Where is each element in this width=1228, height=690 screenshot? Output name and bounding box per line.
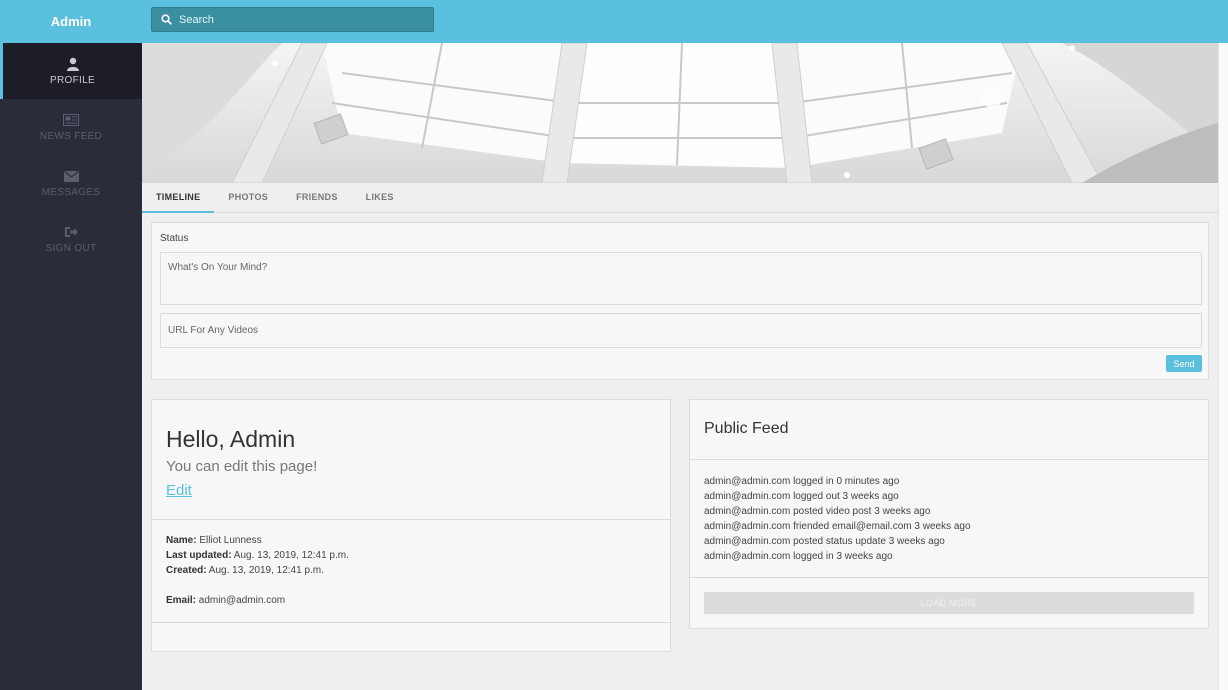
edit-link[interactable]: Edit bbox=[166, 482, 192, 499]
sidebar-item-news-feed[interactable]: NEWS FEED bbox=[0, 99, 142, 155]
divider bbox=[152, 519, 670, 520]
sidebar: Admin PROFILE NEWS FEED MESSAGES SIGN OU… bbox=[0, 0, 142, 690]
hello-subtitle: You can edit this page! bbox=[166, 458, 318, 475]
list-item: admin@admin.com logged in 3 weeks ago bbox=[704, 551, 893, 562]
list-item: admin@admin.com posted status update 3 w… bbox=[704, 536, 945, 547]
load-more-button[interactable]: LOAD MORE bbox=[704, 592, 1194, 614]
topbar: Search bbox=[142, 0, 1228, 43]
video-url-placeholder: URL For Any Videos bbox=[168, 325, 259, 336]
profile-info-panel: Hello, Admin You can edit this page! Edi… bbox=[151, 399, 671, 652]
info-created: Created: Aug. 13, 2019, 12:41 p.m. bbox=[166, 565, 324, 576]
tab-friends[interactable]: FRIENDS bbox=[282, 183, 352, 213]
video-url-input[interactable]: URL For Any Videos bbox=[160, 313, 1202, 348]
search-placeholder: Search bbox=[179, 13, 214, 26]
tab-timeline[interactable]: TIMELINE bbox=[142, 183, 215, 213]
sidebar-item-label: PROFILE bbox=[50, 75, 95, 86]
list-item: admin@admin.com posted video post 3 week… bbox=[704, 506, 931, 517]
newspaper-icon bbox=[63, 112, 79, 128]
status-panel: Status What's On Your Mind? URL For Any … bbox=[151, 222, 1209, 380]
tab-photos[interactable]: PHOTOS bbox=[214, 183, 282, 213]
list-item: admin@admin.com friended email@email.com… bbox=[704, 521, 971, 532]
sidebar-item-label: NEWS FEED bbox=[39, 131, 103, 142]
scrollbar[interactable] bbox=[1218, 43, 1228, 690]
send-button[interactable]: Send bbox=[1166, 355, 1202, 372]
tab-likes[interactable]: LIKES bbox=[352, 183, 408, 213]
info-email: Email: admin@admin.com bbox=[166, 595, 286, 606]
feed-title: Public Feed bbox=[704, 420, 789, 437]
status-text-input[interactable]: What's On Your Mind? bbox=[160, 252, 1202, 305]
hello-title: Hello, Admin bbox=[166, 426, 296, 452]
list-item: admin@admin.com logged in 0 minutes ago bbox=[704, 476, 900, 487]
list-item: admin@admin.com logged out 3 weeks ago bbox=[704, 491, 899, 502]
feed-list: admin@admin.com logged in 0 minutes ago … bbox=[704, 474, 971, 564]
envelope-icon bbox=[63, 168, 79, 184]
info-name: Name: Elliot Lunness bbox=[166, 535, 262, 546]
sidebar-item-label: MESSAGES bbox=[41, 187, 101, 198]
sidebar-item-messages[interactable]: MESSAGES bbox=[0, 155, 142, 211]
brand-title[interactable]: Admin bbox=[0, 0, 142, 43]
info-last-updated: Last updated: Aug. 13, 2019, 12:41 p.m. bbox=[166, 550, 349, 561]
sign-out-icon bbox=[64, 224, 78, 240]
divider bbox=[690, 577, 1208, 578]
sidebar-item-label: SIGN OUT bbox=[45, 243, 97, 254]
user-icon bbox=[66, 56, 79, 72]
public-feed-panel: Public Feed admin@admin.com logged in 0 … bbox=[689, 399, 1209, 629]
divider bbox=[152, 622, 670, 623]
status-placeholder: What's On Your Mind? bbox=[168, 262, 268, 273]
search-input[interactable]: Search bbox=[151, 7, 434, 32]
sidebar-item-profile[interactable]: PROFILE bbox=[0, 43, 142, 99]
search-icon bbox=[161, 14, 172, 25]
sidebar-item-sign-out[interactable]: SIGN OUT bbox=[0, 211, 142, 267]
cover-image bbox=[142, 43, 1218, 183]
profile-tabs: TIMELINE PHOTOS FRIENDS LIKES bbox=[142, 183, 1218, 213]
status-label: Status bbox=[160, 233, 189, 244]
divider bbox=[690, 459, 1208, 460]
